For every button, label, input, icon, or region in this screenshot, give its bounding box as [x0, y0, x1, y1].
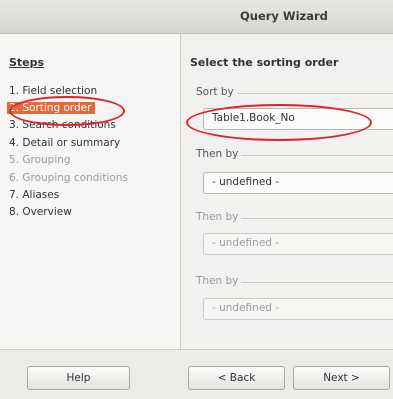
then-by-2-select: - undefined -	[203, 233, 393, 255]
step-sorting-order[interactable]: 2. Sorting order	[7, 102, 96, 114]
step-field-selection[interactable]: 1. Field selection	[9, 85, 97, 97]
step-search-conditions[interactable]: 3. Search conditions	[9, 119, 116, 131]
then-by-1-label: Then by	[196, 148, 242, 160]
then-by-3-select: - undefined -	[203, 298, 393, 320]
query-wizard-window: Query Wizard Steps 1. Field selection 2.…	[0, 0, 393, 399]
next-button[interactable]: Next >	[293, 366, 390, 390]
step-detail-or-summary[interactable]: 4. Detail or summary	[9, 137, 120, 149]
help-button[interactable]: Help	[27, 366, 130, 390]
title-bar: Query Wizard	[0, 0, 393, 34]
back-button[interactable]: < Back	[188, 366, 285, 390]
step-grouping-conditions: 6. Grouping conditions	[9, 172, 128, 184]
then-by-2-label: Then by	[196, 211, 242, 223]
section-heading: Select the sorting order	[190, 56, 339, 69]
step-overview[interactable]: 8. Overview	[9, 206, 72, 218]
sorting-order-panel: Select the sorting order Sort by Table1.…	[181, 34, 393, 349]
steps-panel: Steps 1. Field selection 2. Sorting orde…	[0, 34, 181, 349]
then-by-1-select[interactable]: - undefined -	[203, 172, 393, 194]
button-bar: Help < Back Next >	[0, 349, 393, 399]
steps-heading: Steps	[9, 56, 45, 69]
window-title: Query Wizard	[240, 9, 328, 23]
then-by-3-label: Then by	[196, 275, 242, 287]
step-grouping: 5. Grouping	[9, 154, 71, 166]
sort-by-select[interactable]: Table1.Book_No	[203, 108, 393, 130]
step-aliases[interactable]: 7. Aliases	[9, 189, 59, 201]
sort-by-label: Sort by	[196, 86, 237, 98]
